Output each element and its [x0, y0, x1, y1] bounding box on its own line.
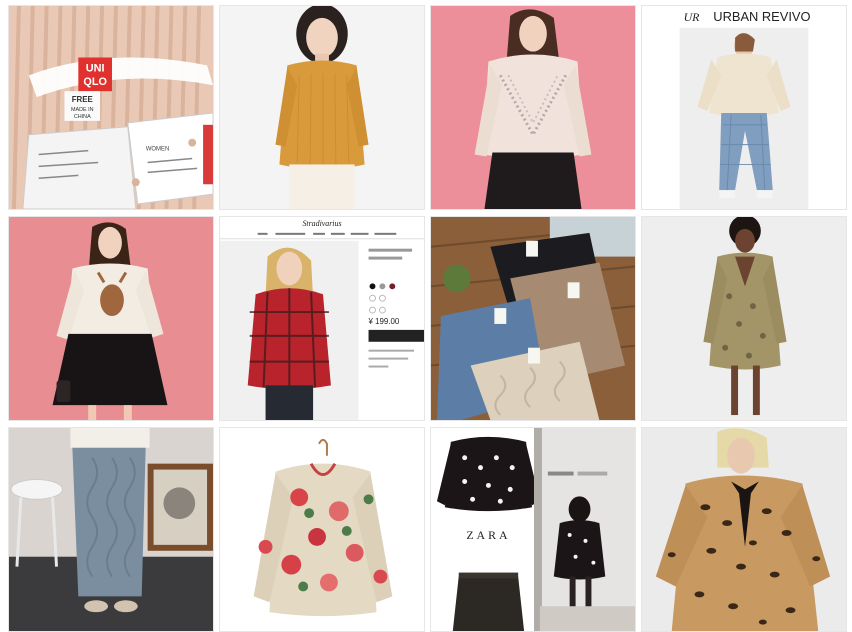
photo-knit-midi-skirt[interactable] [8, 427, 214, 632]
zara-polka-dot-image: ZARA [431, 428, 635, 631]
deer-sweater-image [9, 217, 213, 420]
photo-urban-revivo[interactable]: UR URBAN REVIVO [641, 5, 847, 210]
uniqlo-label-image: UNI QLO FREE MADE IN CHINA WOMEN [9, 6, 213, 209]
photo-snakeskin-dress[interactable] [641, 216, 847, 421]
photo-mustard-sweater[interactable] [219, 5, 425, 210]
ur-logo-mark: UR [684, 10, 701, 24]
product-price: ¥ 199.00 [369, 317, 400, 326]
tag-women: WOMEN [146, 147, 169, 153]
photo-pink-sweater[interactable] [430, 5, 636, 210]
photo-zara-polka-dot[interactable]: ZARA [430, 427, 636, 632]
leopard-dress-image [642, 428, 846, 631]
label-country: CHINA [74, 114, 91, 120]
photo-uniqlo-label[interactable]: UNI QLO FREE MADE IN CHINA WOMEN [8, 5, 214, 210]
floral-blouse-image [220, 428, 424, 631]
stradivarius-page-image: Stradivarius ¥ 199.00 [220, 217, 424, 420]
zara-logo: ZARA [466, 528, 510, 542]
photo-deer-sweater[interactable] [8, 216, 214, 421]
knit-skirts-image [431, 217, 635, 420]
label-size: FREE [72, 95, 93, 104]
photo-knit-skirts[interactable] [430, 216, 636, 421]
ur-brand-name: URBAN REVIVO [713, 9, 810, 24]
label-made-in: MADE IN [71, 107, 94, 113]
urban-revivo-image: UR URBAN REVIVO [642, 6, 846, 209]
pink-sweater-image [431, 6, 635, 209]
add-to-cart-button [368, 329, 424, 342]
mustard-sweater-image [220, 6, 424, 209]
photo-leopard-dress[interactable] [641, 427, 847, 632]
knit-midi-skirt-image [9, 428, 213, 631]
label-brand-top: UNI [86, 62, 105, 74]
label-brand-bottom: QLO [83, 76, 107, 88]
photo-stradivarius-page[interactable]: Stradivarius ¥ 199.00 [219, 216, 425, 421]
deer-motif [100, 284, 124, 317]
snakeskin-dress-image [642, 217, 846, 420]
stradivarius-logo: Stradivarius [302, 219, 341, 228]
photo-floral-blouse[interactable] [219, 427, 425, 632]
photo-grid: UNI QLO FREE MADE IN CHINA WOMEN UR URBA… [0, 0, 852, 632]
